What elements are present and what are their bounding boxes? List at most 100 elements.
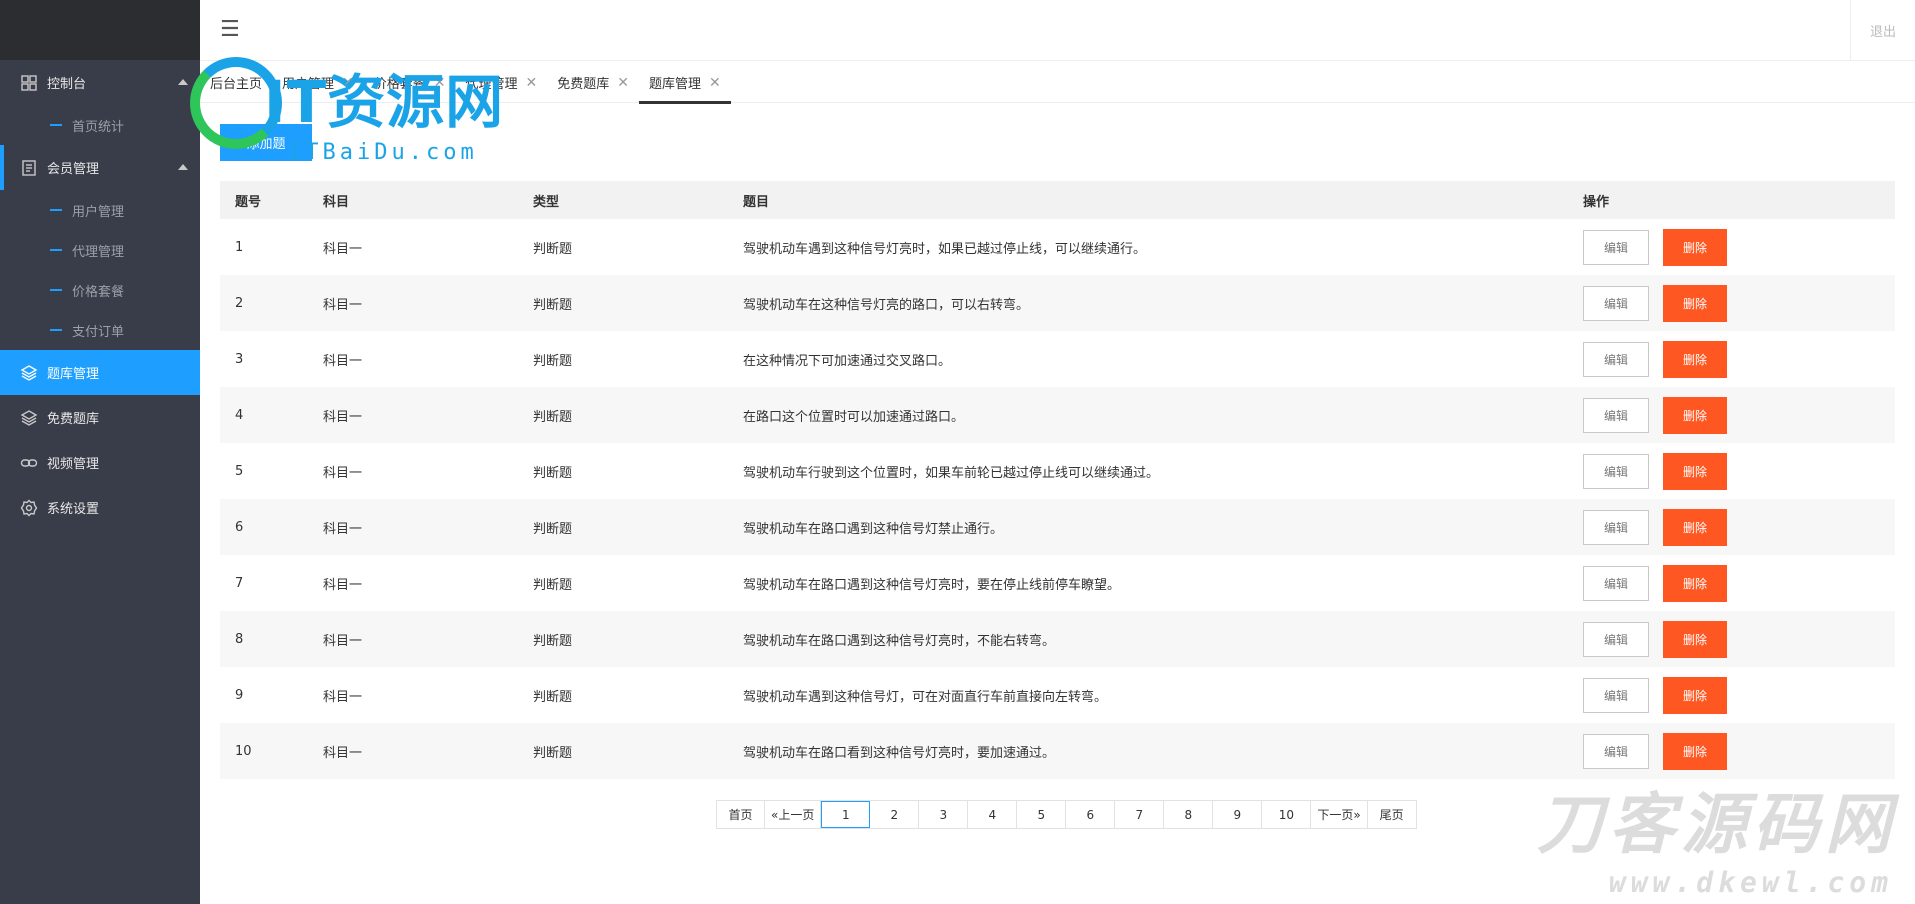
edit-button[interactable]: 编辑 xyxy=(1583,397,1649,433)
cell-type: 判断题 xyxy=(533,521,573,537)
edit-button[interactable]: 编辑 xyxy=(1583,341,1649,377)
page-number-button[interactable]: 3 xyxy=(919,801,969,828)
sidebar-item-0[interactable]: 控制台 xyxy=(0,60,200,105)
edit-button[interactable]: 编辑 xyxy=(1583,453,1649,489)
edit-button[interactable]: 编辑 xyxy=(1583,285,1649,321)
cell-actions: 编辑 删除 xyxy=(1583,284,1895,322)
sidebar-item-3[interactable]: 免费题库 xyxy=(0,395,200,440)
tab-label: 价格套餐 xyxy=(373,77,426,92)
cell-question: 驾驶机动车行驶到这个位置时，如果车前轮已越过停止线可以继续通过。 xyxy=(743,465,1160,481)
page-number-button[interactable]: 2 xyxy=(870,801,920,828)
tab-0[interactable]: 后台主页 xyxy=(200,62,272,103)
sidebar-brand xyxy=(0,0,200,60)
delete-button[interactable]: 删除 xyxy=(1663,228,1727,266)
delete-button[interactable]: 删除 xyxy=(1663,396,1727,434)
cell-subject: 科目一 xyxy=(323,465,363,481)
cell-id: 9 xyxy=(235,687,244,703)
delete-button[interactable]: 删除 xyxy=(1663,732,1727,770)
edit-button[interactable]: 编辑 xyxy=(1583,621,1649,657)
sidebar-subitem[interactable]: 价格套餐 xyxy=(0,270,200,310)
close-icon[interactable]: ✕ xyxy=(617,75,629,91)
page-number-button[interactable]: 7 xyxy=(1115,801,1165,828)
dashboard-icon xyxy=(20,74,38,92)
link-icon xyxy=(20,454,38,472)
delete-button[interactable]: 删除 xyxy=(1663,340,1727,378)
cell-subject: 科目一 xyxy=(323,409,363,425)
watermark-footer-url: www.dkewl.com xyxy=(1608,866,1893,899)
edit-button[interactable]: 编辑 xyxy=(1583,565,1649,601)
sidebar-item-label: 题库管理 xyxy=(47,367,100,382)
sidebar-subitem[interactable]: 支付订单 xyxy=(0,310,200,350)
close-icon[interactable]: ✕ xyxy=(434,75,446,91)
tab-4[interactable]: 免费题库 ✕ xyxy=(547,62,639,103)
layers-icon xyxy=(20,364,38,382)
edit-button[interactable]: 编辑 xyxy=(1583,733,1649,769)
sidebar-subitem-label: 首页统计 xyxy=(72,119,125,135)
cell-actions: 编辑 删除 xyxy=(1583,396,1895,434)
cell-subject: 科目一 xyxy=(323,521,363,537)
page-number-button[interactable]: 9 xyxy=(1213,801,1263,828)
hamburger-icon[interactable]: ☰ xyxy=(220,19,240,41)
tab-1[interactable]: 用户管理 ✕ xyxy=(272,62,364,103)
cell-question: 在路口这个位置时可以加速通过路口。 xyxy=(743,409,965,425)
tab-bar: 后台主页 用户管理 ✕ 价格套餐 ✕ 代理管理 ✕ 免费题库 ✕ 题库管理 ✕ xyxy=(200,62,1915,104)
table-row: 1 科目一 判断题 驾驶机动车遇到这种信号灯亮时，如果已越过停止线，可以继续通行。 编辑… xyxy=(220,219,1895,275)
dkewl-watermark: 刀客源码网 www.dkewl.com xyxy=(1517,790,1897,900)
cell-actions: 编辑 删除 xyxy=(1583,676,1895,714)
page-number-button[interactable]: 5 xyxy=(1017,801,1067,828)
cell-type: 判断题 xyxy=(533,633,573,649)
first-page-button[interactable]: 首页 xyxy=(717,801,765,828)
last-page-button[interactable]: 尾页 xyxy=(1368,801,1416,828)
cell-actions: 编辑 删除 xyxy=(1583,508,1895,546)
page-number-button[interactable]: 1 xyxy=(821,801,871,828)
watermark-footer-text: 刀客源码网 xyxy=(1537,786,1897,863)
cell-question: 驾驶机动车在路口看到这种信号灯亮时，要加速通过。 xyxy=(743,745,1056,761)
sidebar-item-2[interactable]: 题库管理 xyxy=(0,350,200,395)
edit-button[interactable]: 编辑 xyxy=(1583,509,1649,545)
sidebar-item-1[interactable]: 会员管理 xyxy=(0,145,200,190)
cell-actions: 编辑 删除 xyxy=(1583,452,1895,490)
sidebar-subitem-label: 用户管理 xyxy=(72,204,125,220)
sidebar-item-4[interactable]: 视频管理 xyxy=(0,440,200,485)
sidebar-subitem-label: 支付订单 xyxy=(72,324,125,340)
cell-type: 判断题 xyxy=(533,409,573,425)
next-page-button[interactable]: 下一页» xyxy=(1311,801,1368,828)
sidebar-item-5[interactable]: 系统设置 xyxy=(0,485,200,530)
cell-id: 3 xyxy=(235,351,244,367)
tab-label: 题库管理 xyxy=(649,77,702,92)
close-icon[interactable]: ✕ xyxy=(709,75,721,91)
pagination: 首页 «上一页 1 2 3 4 5 6 7 8 9 10 下一页» 尾页 xyxy=(716,800,1417,829)
cell-id: 6 xyxy=(235,519,244,535)
page-number-button[interactable]: 4 xyxy=(968,801,1018,828)
sidebar-subitem[interactable]: 用户管理 xyxy=(0,190,200,230)
cell-question: 驾驶机动车遇到这种信号灯，可在对面直行车前直接向左转弯。 xyxy=(743,689,1108,705)
cell-question: 驾驶机动车在这种信号灯亮的路口，可以右转弯。 xyxy=(743,297,1030,313)
cell-question: 驾驶机动车在路口遇到这种信号灯亮时，不能右转弯。 xyxy=(743,633,1056,649)
tab-3[interactable]: 代理管理 ✕ xyxy=(456,62,548,103)
page-number-button[interactable]: 10 xyxy=(1262,801,1312,828)
tab-5[interactable]: 题库管理 ✕ xyxy=(639,62,731,104)
sidebar-subitem[interactable]: 首页统计 xyxy=(0,105,200,145)
sidebar-subitem[interactable]: 代理管理 xyxy=(0,230,200,270)
tab-2[interactable]: 价格套餐 ✕ xyxy=(364,62,456,103)
sidebar-item-label: 免费题库 xyxy=(47,412,100,427)
add-question-button[interactable]: 添加题 xyxy=(220,124,312,161)
page-number-button[interactable]: 8 xyxy=(1164,801,1214,828)
cell-subject: 科目一 xyxy=(323,241,363,257)
edit-button[interactable]: 编辑 xyxy=(1583,229,1649,265)
page-number-button[interactable]: 6 xyxy=(1066,801,1116,828)
cell-type: 判断题 xyxy=(533,745,573,761)
cell-actions: 编辑 删除 xyxy=(1583,732,1895,770)
delete-button[interactable]: 删除 xyxy=(1663,508,1727,546)
delete-button[interactable]: 删除 xyxy=(1663,564,1727,602)
logout-button[interactable]: 退出 xyxy=(1850,0,1915,61)
dash-icon xyxy=(50,209,62,211)
delete-button[interactable]: 删除 xyxy=(1663,284,1727,322)
delete-button[interactable]: 删除 xyxy=(1663,452,1727,490)
close-icon[interactable]: ✕ xyxy=(342,75,354,91)
delete-button[interactable]: 删除 xyxy=(1663,620,1727,658)
prev-page-button[interactable]: «上一页 xyxy=(765,801,822,828)
edit-button[interactable]: 编辑 xyxy=(1583,677,1649,713)
delete-button[interactable]: 删除 xyxy=(1663,676,1727,714)
close-icon[interactable]: ✕ xyxy=(526,75,538,91)
